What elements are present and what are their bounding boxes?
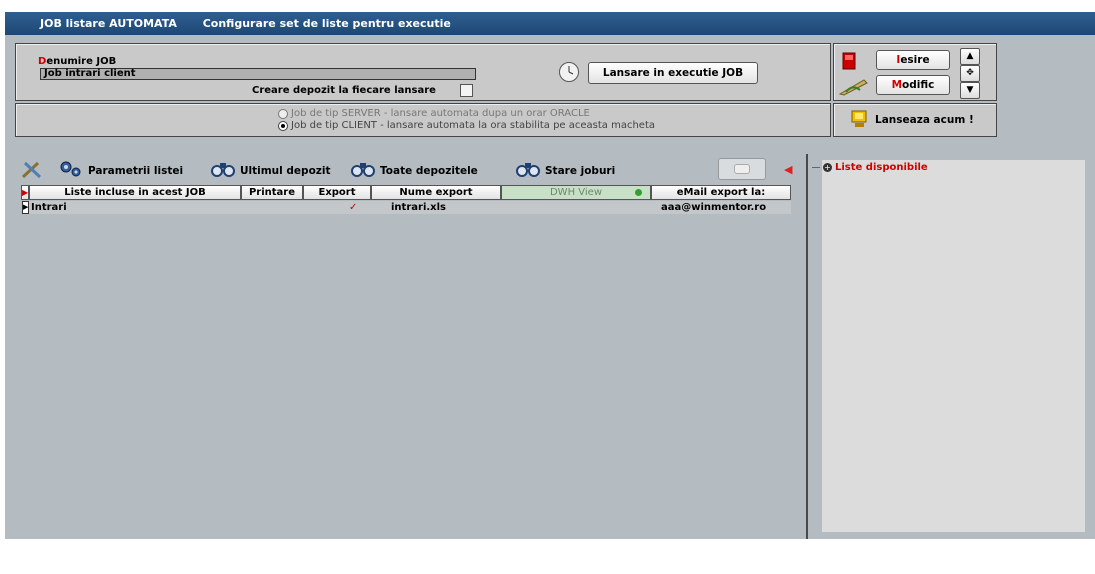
binoculars-icon <box>210 160 236 181</box>
jobs-table: ▶ Liste incluse in acest JOB Printare Ex… <box>21 185 811 574</box>
last-deposit-button[interactable]: Ultimul depozit <box>210 160 331 181</box>
job-name-field[interactable]: Job intrari client <box>40 68 476 80</box>
minus-button[interactable] <box>718 158 766 180</box>
action-panel: Iesire Modific ▲ ✥ ▼ <box>833 43 997 101</box>
available-lists-tree[interactable]: + Liste disponibile <box>812 160 1085 532</box>
list-toolbar: Parametrii listei Ultimul depozit Toate … <box>20 154 810 186</box>
col-email[interactable]: eMail export la: <box>651 185 791 200</box>
server-radio[interactable] <box>278 108 288 119</box>
all-deposits-button[interactable]: Toate depozitele <box>350 160 478 181</box>
modify-button[interactable]: Modific <box>876 75 950 95</box>
module-subtitle: Configurare set de liste pentru executie <box>202 17 451 30</box>
run-now-panel: Lanseaza acum ! <box>833 103 997 137</box>
row-indicator-header: ▶ <box>21 185 29 200</box>
job-status-button[interactable]: Stare joburi <box>515 160 615 181</box>
cell-export-name[interactable]: intrari.xls <box>391 201 446 214</box>
expand-icon[interactable]: + <box>823 163 832 172</box>
run-monitor-icon <box>851 110 869 131</box>
col-export[interactable]: Export <box>303 185 371 200</box>
job-type-panel: Job de tip SERVER - lansare automata dup… <box>15 103 831 137</box>
binoculars-icon <box>515 160 541 181</box>
tools-icon[interactable] <box>20 160 44 183</box>
deposit-label: Creare depozit la fiecare lansare <box>252 85 436 96</box>
red-arrow-left-icon[interactable]: ◀ <box>784 163 792 176</box>
job-name-label: Denumire JOB <box>38 56 117 67</box>
col-export-name[interactable]: Nume export <box>371 185 501 200</box>
cell-export[interactable]: ✓ <box>349 201 357 214</box>
available-lists-pane: + Liste disponibile <box>806 154 1090 539</box>
title-bar: JOB listare AUTOMATA Configurare set de … <box>5 12 1095 35</box>
col-lists[interactable]: Liste incluse in acest JOB <box>29 185 241 200</box>
gears-icon <box>58 160 84 181</box>
client-radio[interactable] <box>278 120 288 131</box>
job-definition-panel: Denumire JOB Job intrari client Creare d… <box>15 43 831 101</box>
col-print[interactable]: Printare <box>241 185 303 200</box>
binoculars-icon <box>350 160 376 181</box>
cell-email[interactable]: aaa@winmentor.ro <box>661 201 766 214</box>
clock-icon <box>558 61 580 86</box>
row-indicator: ▶ <box>22 201 29 214</box>
launch-job-button[interactable]: Lansare in executie JOB <box>588 62 758 84</box>
arrow-down-button[interactable]: ▼ <box>960 82 980 99</box>
params-button[interactable]: Parametrii listei <box>58 160 183 181</box>
server-option[interactable]: Job de tip SERVER - lansare automata dup… <box>278 108 590 119</box>
tree-root[interactable]: + Liste disponibile <box>812 162 928 173</box>
col-dwh-view[interactable]: DWH View <box>501 185 651 200</box>
move-cross-button[interactable]: ✥ <box>960 65 980 82</box>
arrow-up-button[interactable]: ▲ <box>960 48 980 65</box>
job-window: JOB listare AUTOMATA Configurare set de … <box>0 0 1095 539</box>
cell-list[interactable]: Intrari <box>31 201 67 214</box>
edit-pencil-icon <box>838 76 870 99</box>
exit-button[interactable]: Iesire <box>876 50 950 70</box>
client-option[interactable]: Job de tip CLIENT - lansare automata la … <box>278 120 655 131</box>
tree-line-icon <box>812 167 820 168</box>
deposit-checkbox[interactable] <box>460 84 473 97</box>
run-now-button[interactable]: Lanseaza acum ! <box>839 108 991 132</box>
module-title: JOB listare AUTOMATA <box>40 17 177 30</box>
exit-door-icon <box>842 52 856 73</box>
status-dot-icon <box>635 189 642 196</box>
